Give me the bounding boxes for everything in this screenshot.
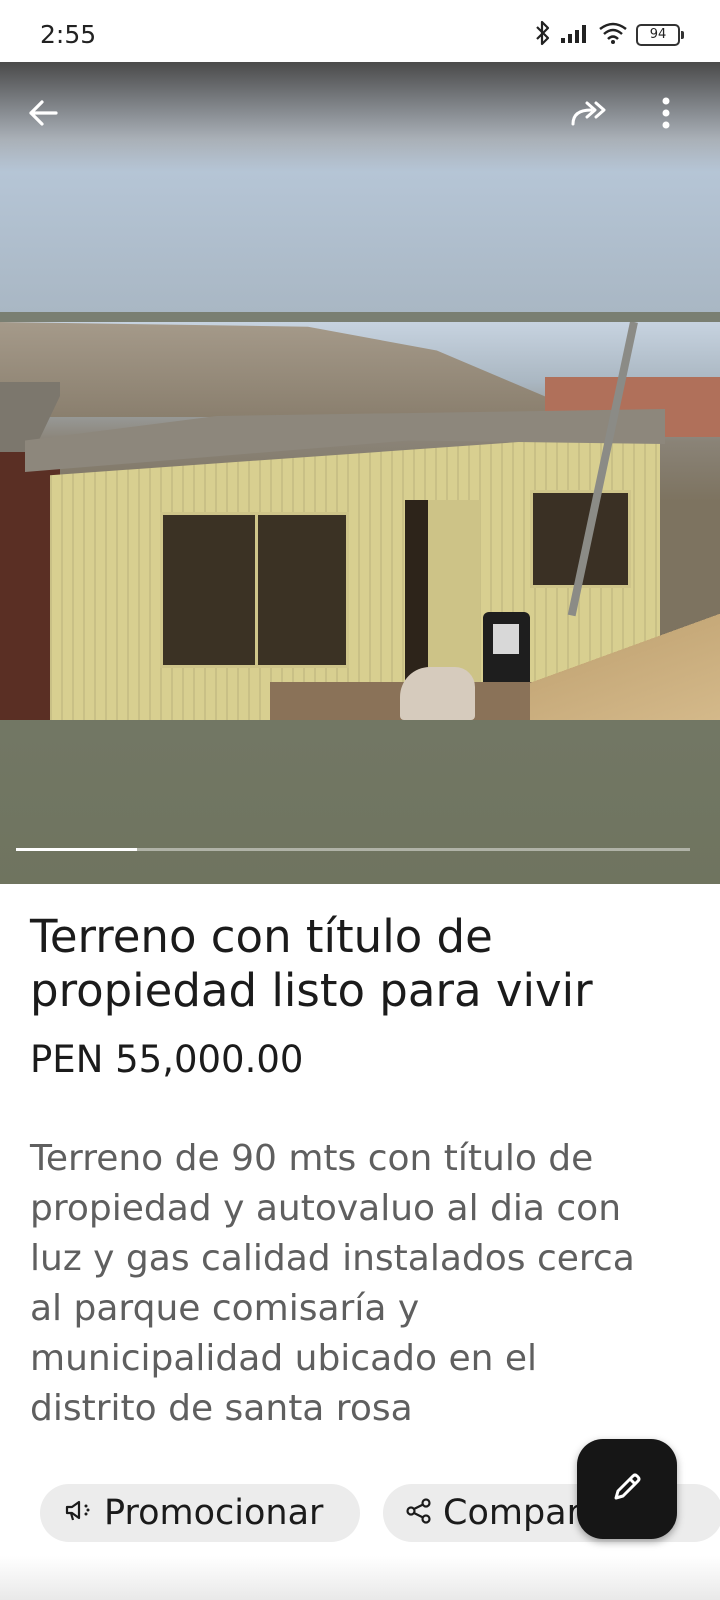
gallery-progress-track: [16, 848, 690, 851]
pencil-icon: [609, 1469, 645, 1509]
status-time: 2:55: [40, 20, 97, 49]
share-forward-icon: [569, 98, 609, 132]
status-bar: 2:55 94: [0, 0, 720, 62]
share-icon: [405, 1497, 433, 1529]
gallery-progress-fill: [16, 848, 138, 851]
megaphone-icon: [64, 1498, 94, 1528]
back-arrow-icon: [26, 98, 60, 132]
promote-label: Promocionar: [104, 1493, 324, 1533]
share-forward-button[interactable]: [564, 90, 614, 140]
promote-button[interactable]: Promocionar: [40, 1484, 360, 1542]
more-options-button[interactable]: [641, 90, 691, 140]
signal-icon: [560, 22, 590, 48]
bottom-fade: [0, 1556, 720, 1600]
edit-fab-button[interactable]: [577, 1439, 677, 1539]
more-vert-icon: [661, 96, 671, 134]
back-button[interactable]: [18, 90, 68, 140]
status-icons: 94: [534, 20, 684, 50]
wifi-icon: [598, 21, 628, 49]
battery-icon: 94: [636, 24, 684, 46]
listing-description: Terreno de 90 mts con título de propieda…: [30, 1138, 635, 1429]
listing-price: PEN 55,000.00: [30, 1038, 304, 1081]
listing-title: Terreno con título de propiedad listo pa…: [30, 910, 593, 1017]
listing-photo[interactable]: [0, 322, 720, 720]
bluetooth-icon: [534, 20, 552, 50]
photo-gallery[interactable]: [0, 62, 720, 884]
